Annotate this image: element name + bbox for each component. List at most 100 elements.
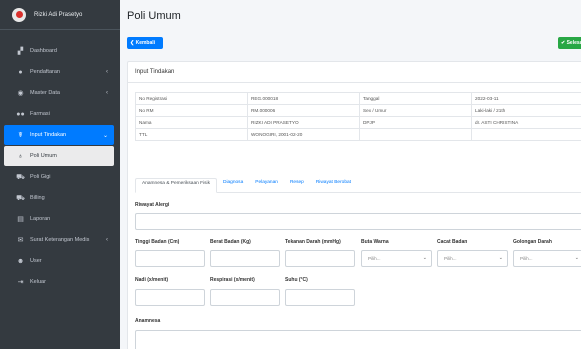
tab-pelayanan[interactable]: Pelayanan (249, 177, 284, 192)
info-label: Tanggal (359, 92, 472, 105)
sidebar-item-farmasi[interactable]: ●● Farmasi (4, 104, 114, 124)
chevron-down-icon: ⌄ (574, 255, 579, 261)
chevron-left-icon: ‹ (106, 237, 108, 243)
sidebar-item-label: Keluar (30, 279, 46, 285)
chevron-down-icon: ⌄ (498, 255, 503, 261)
table-row: No Registrasi REG.000018 Tanggal 2022-03… (135, 92, 581, 105)
tab-anamnesa-pemeriksaan-fisik[interactable]: Anamnesa & Pemeriksaan Fisik (135, 178, 217, 193)
user-doctor-icon: ♁ (17, 152, 24, 160)
table-row: No RM RM.000006 Sex / Umur Laki-laki / 2… (135, 104, 581, 117)
info-value: WONOGIRI, 2001-02-20 (247, 128, 360, 141)
anamnesa-textarea[interactable] (135, 330, 581, 349)
sidebar-item-pendaftaran[interactable]: ● Pendaftaran ‹ (4, 62, 114, 82)
select-value: Pilih... (368, 256, 381, 261)
person-icon: ● (18, 68, 23, 76)
sidebar-item-label: Master Data (30, 90, 60, 96)
sidebar-item-poli-gigi[interactable]: ⛟ Poli Gigi (4, 167, 114, 187)
tab-resep[interactable]: Resep (284, 177, 310, 192)
envelope-icon: ✉ (17, 237, 24, 244)
respirasi-label: Respirasi (x/menit) (210, 277, 255, 283)
sidebar-item-label: Billing (30, 195, 45, 201)
sidebar-item-user[interactable]: ☻ User (4, 251, 114, 271)
sidebar-item-poli-umum[interactable]: ♁ Poli Umum (4, 146, 114, 166)
buta-warna-label: Buta Warna (361, 239, 389, 245)
sidebar-item-input-tindakan[interactable]: ☤ Input Tindakan ⌄ (4, 125, 114, 145)
info-value: dr. ASTI CHRISTINA (471, 116, 581, 129)
nadi-label: Nadi (x/menit) (135, 277, 169, 283)
brand[interactable]: Rizki Adi Prasetyo (0, 0, 120, 30)
tinggi-badan-input[interactable] (135, 250, 205, 267)
sidebar-item-label: Surat Keterangan Medis (30, 237, 90, 243)
sidebar-item-surat-keterangan-medis[interactable]: ✉ Surat Keterangan Medis ‹ (4, 230, 114, 250)
info-value (471, 128, 581, 141)
card-title: Input Tindakan (128, 62, 581, 83)
tinggi-badan-label: Tinggi Badan (Cm) (135, 239, 180, 245)
info-label (359, 128, 472, 141)
info-value: RIZKI ADI PRASETYO (247, 116, 360, 129)
chevron-left-icon: ‹ (106, 69, 108, 75)
sidebar-item-label: Pendaftaran (30, 69, 60, 75)
sidebar-item-label: Input Tindakan (30, 132, 67, 138)
info-value: Laki-laki / 21th (471, 104, 581, 117)
riwayat-alergi-input[interactable] (135, 213, 581, 230)
select-value: Pilih... (444, 256, 457, 261)
sidebar-item-label: Farmasi (30, 111, 50, 117)
berat-badan-input[interactable] (210, 250, 280, 267)
suhu-label: Suhu (°C) (285, 277, 308, 283)
sidebar-item-master-data[interactable]: ◉ Master Data ‹ (4, 83, 114, 103)
info-label: No RM (135, 104, 248, 117)
respirasi-input[interactable] (210, 289, 280, 306)
finish-button[interactable]: ✔ Selesai (558, 37, 581, 49)
tekanan-darah-input[interactable] (285, 250, 355, 267)
dashboard-icon: ▞ (17, 48, 24, 55)
back-button[interactable]: ❮ Kembali (127, 37, 163, 49)
sidebar-item-laporan[interactable]: ▤ Laporan (4, 209, 114, 229)
table-row: TTL WONOGIRI, 2001-02-20 (135, 128, 581, 141)
page-title: Poli Umum (127, 10, 181, 22)
main-content: Poli Umum ❮ Kembali ✔ Selesai Input Tind… (120, 0, 581, 349)
cart-icon: ⛟ (16, 194, 25, 202)
sidebar-item-label: Poli Gigi (30, 174, 51, 180)
info-value: 2022-03-11 (471, 92, 581, 105)
stethoscope-icon: ☤ (18, 132, 23, 139)
database-icon: ◉ (17, 90, 24, 97)
logout-icon: ⇥ (17, 279, 24, 286)
patient-info-table: No Registrasi REG.000018 Tanggal 2022-03… (135, 92, 581, 141)
golongan-darah-label: Golongan Darah (513, 239, 552, 245)
select-value: Pilih... (520, 256, 533, 261)
sidebar-nav: ▞ Dashboard ● Pendaftaran ‹ ◉ Master Dat… (0, 41, 120, 292)
tekanan-darah-label: Tekanan Darah (mmHg) (285, 239, 341, 245)
table-row: Nama RIZKI ADI PRASETYO DPJP dr. ASTI CH… (135, 116, 581, 129)
sidebar-item-label: Dashboard (30, 48, 57, 54)
brand-user-name: Rizki Adi Prasetyo (34, 11, 83, 18)
info-label: No Registrasi (135, 92, 248, 105)
info-label: Sex / Umur (359, 104, 472, 117)
tab-diagnosa[interactable]: Diagnosa (217, 177, 249, 192)
users-icon: ☻ (16, 257, 25, 265)
berat-badan-label: Berat Badan (Kg) (210, 239, 251, 245)
form-tabs: Anamnesa & Pemeriksaan Fisik Diagnosa Pe… (135, 178, 581, 193)
riwayat-alergi-label: Riwayat Alergi (135, 202, 170, 208)
cacat-badan-select[interactable]: Pilih... ⌄ (437, 250, 508, 267)
tab-riwayat-berobat[interactable]: Riwayat Berobat (310, 177, 357, 192)
sidebar-item-keluar[interactable]: ⇥ Keluar (4, 272, 114, 292)
file-icon: ▤ (17, 216, 24, 223)
sidebar-item-label: Laporan (30, 216, 51, 222)
info-label: Nama (135, 116, 248, 129)
golongan-darah-select[interactable]: Pilih... ⌄ (513, 250, 581, 267)
info-value: RM.000006 (247, 104, 360, 117)
sidebar-item-label: Poli Umum (30, 153, 57, 159)
info-label: TTL (135, 128, 248, 141)
anamnesa-label: Anamnesa (135, 318, 161, 324)
chevron-left-icon: ‹ (106, 90, 108, 96)
buta-warna-select[interactable]: Pilih... ⌄ (361, 250, 432, 267)
suhu-input[interactable] (285, 289, 355, 306)
chevron-down-icon: ⌄ (422, 255, 427, 261)
info-value: REG.000018 (247, 92, 360, 105)
sidebar-item-billing[interactable]: ⛟ Billing (4, 188, 114, 208)
chevron-down-icon: ⌄ (102, 132, 108, 139)
nadi-input[interactable] (135, 289, 205, 306)
cart-icon: ⛟ (16, 173, 25, 181)
cacat-badan-label: Cacat Badan (437, 239, 468, 245)
sidebar-item-dashboard[interactable]: ▞ Dashboard (4, 41, 114, 61)
